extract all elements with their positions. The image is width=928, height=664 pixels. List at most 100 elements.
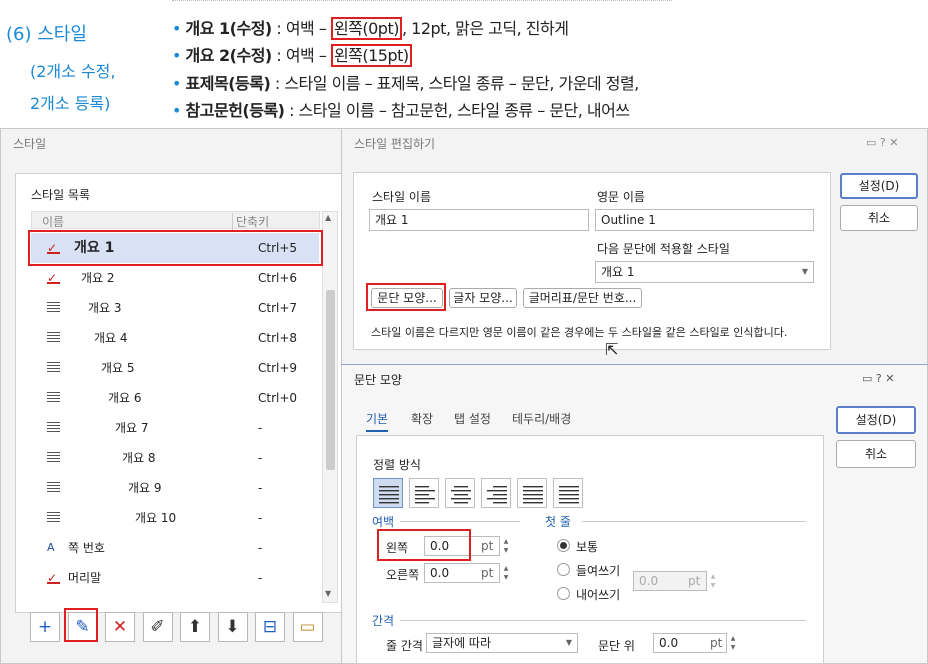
radio-normal-label: 보통 xyxy=(576,540,599,554)
style-shortcut: - xyxy=(258,451,263,465)
style-name: 개요 2 xyxy=(81,271,115,285)
right-spin-icon[interactable]: ▲ ▼ xyxy=(501,564,511,582)
move-up-icon[interactable]: ⬆ xyxy=(180,612,210,642)
para-ok-button[interactable]: 설정(D) xyxy=(836,406,916,434)
right-margin-input[interactable]: 0.0 pt xyxy=(424,563,500,583)
radio-normal[interactable] xyxy=(557,539,570,552)
align-left-icon[interactable] xyxy=(409,478,439,508)
align-center-icon[interactable] xyxy=(445,478,475,508)
radio-hanging-label: 내어쓰기 xyxy=(576,588,621,602)
highlight-edit-button xyxy=(64,608,98,642)
scroll-down-arrow[interactable]: ▼ xyxy=(325,589,331,598)
align-justify-icon[interactable] xyxy=(373,478,403,508)
line-spacing-select[interactable]: 글자에 따라 ▼ xyxy=(426,633,578,653)
edit-cancel-button[interactable]: 취소 xyxy=(840,205,918,231)
bullet-number-button[interactable]: 글머리표/문단 번호... xyxy=(523,288,642,308)
radio-indent[interactable] xyxy=(557,563,570,576)
check-icon: ✓ xyxy=(47,272,60,284)
style-list-item[interactable]: 개요 3 Ctrl+7 xyxy=(31,293,319,323)
align-right-icon[interactable] xyxy=(481,478,511,508)
style-name-input[interactable]: 개요 1 xyxy=(369,209,589,231)
above-input[interactable]: 0.0 pt xyxy=(653,633,727,653)
folder-icon[interactable]: ▭ xyxy=(292,612,323,642)
above-label: 문단 위 xyxy=(598,639,635,653)
style-list-item[interactable]: 개요 9 - xyxy=(31,473,319,503)
left-spin-icon[interactable]: ▲ ▼ xyxy=(501,537,511,555)
style-shortcut: - xyxy=(258,421,263,435)
paragraph-dialog-title: 문단 모양 xyxy=(354,373,402,387)
align-split-icon[interactable] xyxy=(553,478,583,508)
delete-icon[interactable]: ✕ xyxy=(105,612,135,642)
next-style-value: 개요 1 xyxy=(601,265,635,279)
style-shortcut: - xyxy=(258,481,263,495)
para-cancel-button[interactable]: 취소 xyxy=(836,440,916,468)
indent-value: 0.0 xyxy=(639,574,659,588)
list-header: 이름 단축키 xyxy=(31,211,320,230)
style-dialog-title: 스타일 xyxy=(13,137,47,151)
tab-2[interactable]: 탭 설정 xyxy=(454,410,491,427)
paragraph-icon xyxy=(47,482,60,494)
indent-spin-icon[interactable]: ▲ ▼ xyxy=(708,572,718,590)
style-list-item[interactable]: ✓ 머리말 - xyxy=(31,563,319,593)
style-list-item[interactable]: A 쪽 번호 - xyxy=(31,533,319,563)
radio-hanging[interactable] xyxy=(557,587,570,600)
tab-1[interactable]: 확장 xyxy=(411,410,433,427)
style-name: 개요 10 xyxy=(135,511,177,525)
close-icon[interactable]: ▭ ? ✕ xyxy=(862,372,894,385)
spacing-label: 간격 xyxy=(372,614,395,628)
margin-divider xyxy=(400,521,520,522)
next-style-select[interactable]: 개요 1 ▼ xyxy=(595,261,814,283)
style-list-item[interactable]: 개요 5 Ctrl+9 xyxy=(31,353,319,383)
paragraph-icon xyxy=(47,512,60,524)
instruction-line-4: • 참고문헌(등록) : 스타일 이름 – 참고문헌, 스타일 종류 – 문단,… xyxy=(172,101,630,120)
instruction-line-1: • 개요 1(수정) : 여백 – 왼쪽(0pt), 12pt, 맑은 고딕, … xyxy=(172,17,569,40)
list-scrollbar[interactable]: ▲ ▼ xyxy=(322,211,338,603)
style-list-item[interactable]: 개요 4 Ctrl+8 xyxy=(31,323,319,353)
mouse-cursor-icon: ⇱ xyxy=(605,340,619,359)
style-list-item[interactable]: 개요 8 - xyxy=(31,443,319,473)
style-list-item[interactable]: 개요 6 Ctrl+0 xyxy=(31,383,319,413)
eng-name-input[interactable]: Outline 1 xyxy=(595,209,814,231)
style-shortcut: Ctrl+8 xyxy=(258,331,298,345)
indent-input[interactable]: 0.0 pt xyxy=(633,571,707,591)
indent-unit: pt xyxy=(688,574,701,588)
style-name: 쪽 번호 xyxy=(68,541,105,555)
style-list-item[interactable]: 개요 10 - xyxy=(31,503,319,533)
style-name: 개요 6 xyxy=(108,391,142,405)
tab-3[interactable]: 테두리/배경 xyxy=(512,410,571,427)
highlight-left-15pt: 왼쪽(15pt) xyxy=(330,44,412,67)
spacing-divider xyxy=(400,620,806,621)
add-icon[interactable]: + xyxy=(30,612,60,642)
style-name: 개요 4 xyxy=(94,331,128,345)
tab-0[interactable]: 기본 xyxy=(366,410,389,432)
edit-ok-button[interactable]: 설정(D) xyxy=(840,173,918,199)
style-name: 개요 9 xyxy=(128,481,162,495)
scroll-up-arrow[interactable]: ▲ xyxy=(325,213,331,222)
align-label: 정렬 방식 xyxy=(373,458,421,472)
help-icon[interactable]: ▭ ? ✕ xyxy=(866,136,898,149)
align-distribute-icon[interactable] xyxy=(517,478,547,508)
edit-style-icon[interactable]: ✐ xyxy=(142,612,173,642)
above-spin-icon[interactable]: ▲ ▼ xyxy=(728,634,738,652)
style-note: 스타일 이름은 다르지만 영문 이름이 같은 경우에는 두 스타일을 같은 스타… xyxy=(371,326,788,339)
scroll-thumb[interactable] xyxy=(326,290,335,470)
style-shortcut: - xyxy=(258,511,263,525)
instruction-line-2: • 개요 2(수정) : 여백 – 왼쪽(15pt) xyxy=(172,42,412,67)
style-name: 개요 3 xyxy=(88,301,122,315)
right-margin-value: 0.0 xyxy=(430,566,450,580)
highlight-left-0pt: 왼쪽(0pt) xyxy=(330,17,402,40)
section-sub-1: (2개소 수정, xyxy=(30,62,116,81)
style-list-item[interactable]: 개요 7 - xyxy=(31,413,319,443)
style-shortcut: - xyxy=(258,541,263,555)
char-shape-button[interactable]: 글자 모양... xyxy=(449,288,517,308)
highlight-left-margin xyxy=(377,529,471,561)
col-name-header[interactable]: 이름 xyxy=(42,213,64,230)
next-style-label: 다음 문단에 적용할 스타일 xyxy=(597,242,730,256)
move-down-icon[interactable]: ⬇ xyxy=(217,612,248,642)
col-shortcut-header[interactable]: 단축키 xyxy=(232,213,269,230)
above-unit: pt xyxy=(710,636,723,650)
dotted-divider xyxy=(172,0,672,1)
style-list-item[interactable]: ✓ 개요 2 Ctrl+6 xyxy=(31,263,319,293)
chevron-down-icon: ▼ xyxy=(801,267,808,276)
import-icon[interactable]: ⊟ xyxy=(255,612,285,642)
